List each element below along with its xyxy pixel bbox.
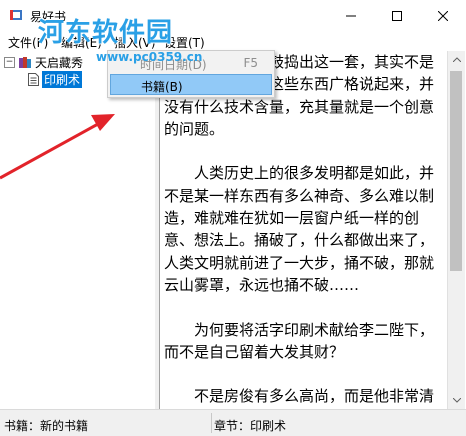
menu-item-book-label: 书籍(B) <box>141 80 183 94</box>
close-button[interactable] <box>420 0 466 31</box>
window-title: 易好书 <box>30 10 67 24</box>
status-book: 书籍：新的书籍 <box>4 419 89 433</box>
menu-file[interactable]: 文件(F) <box>8 34 48 51</box>
menu-item-datetime[interactable]: 时间日期(D) F5 <box>110 53 272 74</box>
maximize-button[interactable] <box>374 0 420 31</box>
menu-edit[interactable]: 编辑(E) <box>61 34 102 51</box>
menu-settings[interactable]: 设置(T) <box>164 34 205 51</box>
maximize-icon <box>392 10 402 21</box>
menu-item-book[interactable]: 书籍(B) <box>110 74 272 95</box>
scroll-up-button[interactable] <box>448 51 465 68</box>
menu-item-datetime-label: 时间日期(D) <box>140 58 207 72</box>
chapter-tree: − 天启藏秀 印刷术 <box>0 51 155 409</box>
chapter-editor[interactable]: 用了几个月时间鼓捣出这一套，其实不是什么难事。因为这些东西广格说起来，并没有什么… <box>159 51 448 409</box>
tree-item-root[interactable]: − 天启藏秀 <box>4 53 83 71</box>
collapse-icon[interactable]: − <box>4 56 15 68</box>
document-icon <box>28 72 39 86</box>
chapter-text[interactable]: 用了几个月时间鼓捣出这一套，其实不是什么难事。因为这些东西广格说起来，并没有什么… <box>164 51 446 409</box>
status-divider <box>211 413 212 433</box>
minimize-icon <box>346 15 356 16</box>
tree-item-root-label: 天启藏秀 <box>35 55 84 70</box>
minimize-button[interactable] <box>328 0 374 31</box>
app-book-icon <box>10 10 22 20</box>
menu-bar: 文件(F) 编辑(E) 插入(V) 设置(T) <box>0 31 466 51</box>
menu-insert[interactable]: 插入(V) <box>114 34 156 51</box>
title-bar: 易好书 <box>0 0 466 31</box>
status-bar: 书籍：新的书籍 章节：印刷术 <box>0 409 466 436</box>
chevron-down-icon <box>452 398 461 403</box>
close-icon <box>438 10 448 21</box>
scroll-thumb[interactable] <box>450 71 462 271</box>
tree-item-chapter[interactable]: 印刷术 <box>28 70 83 88</box>
insert-dropdown-menu: 时间日期(D) F5 书籍(B) <box>107 50 275 98</box>
vertical-scrollbar[interactable] <box>447 51 465 409</box>
books-icon <box>19 57 31 68</box>
menu-item-datetime-shortcut: F5 <box>243 56 258 70</box>
chevron-up-icon <box>452 57 461 62</box>
status-chapter: 章节：印刷术 <box>214 419 287 433</box>
tree-item-chapter-label: 印刷术 <box>42 70 83 88</box>
scroll-down-button[interactable] <box>448 392 465 409</box>
